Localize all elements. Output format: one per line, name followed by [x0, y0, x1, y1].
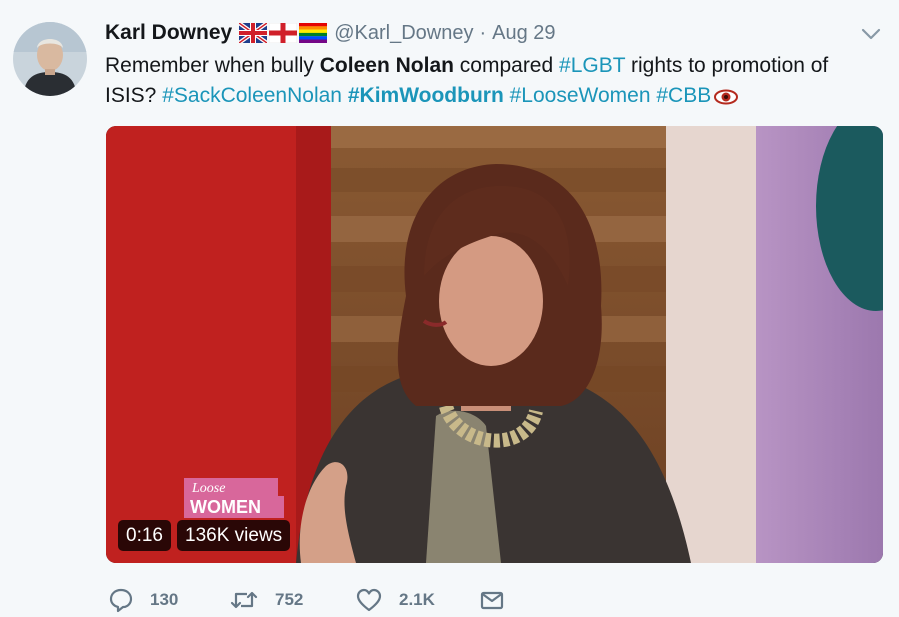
text-part: Remember when bully	[105, 54, 320, 77]
direct-message-button[interactable]	[479, 586, 505, 614]
like-count: 2.1K	[399, 590, 435, 609]
video-views-badge: 136K views	[177, 520, 291, 551]
eye-icon	[714, 89, 739, 105]
retweet-button[interactable]: 752	[229, 586, 303, 614]
england-flag-icon	[269, 23, 298, 43]
reply-button[interactable]: 130	[108, 586, 178, 614]
separator-dot: ·	[479, 21, 487, 44]
retweet-count: 752	[275, 590, 304, 609]
more-options-button[interactable]	[860, 24, 882, 44]
hashtag-kimwoodburn[interactable]: #KimWoodburn	[348, 84, 504, 107]
bold-name: Coleen Nolan	[319, 54, 454, 77]
logo-line2: WOMEN	[190, 497, 261, 517]
text-part: compared	[453, 54, 560, 77]
flag-emojis	[239, 23, 328, 43]
loose-women-logo: Loose WOMEN	[184, 478, 284, 518]
display-name[interactable]: Karl Downey	[105, 21, 232, 45]
video-frame: Loose WOMEN	[106, 126, 883, 563]
retweet-icon	[230, 591, 258, 609]
hashtag-lgbt[interactable]: #LGBT	[559, 54, 625, 77]
reply-count: 130	[150, 590, 179, 609]
heart-icon	[356, 588, 382, 612]
rainbow-flag-icon	[299, 23, 328, 43]
avatar[interactable]	[13, 22, 87, 96]
tweet-timestamp[interactable]: Aug 29	[492, 22, 555, 45]
tweet-header: Karl Downey @Karl_Downey · Aug 29	[105, 19, 556, 47]
video-duration-badge: 0:16	[118, 520, 171, 551]
tweet: Karl Downey @Karl_Downey · Aug 29 Rememb…	[0, 0, 899, 617]
chevron-down-icon	[861, 28, 881, 40]
hashtag-loosewomen[interactable]: #LooseWomen	[510, 84, 651, 107]
hashtag-cbb[interactable]: #CBB	[656, 84, 711, 107]
tweet-text: Remember when bully Coleen Nolan compare…	[105, 51, 885, 111]
logo-line1: Loose	[191, 481, 225, 496]
like-button[interactable]: 2.1K	[355, 586, 435, 614]
envelope-icon	[480, 591, 504, 610]
reply-icon	[109, 588, 133, 613]
hashtag-sackcoleennolan[interactable]: #SackColeenNolan	[162, 84, 342, 107]
video-player[interactable]: Loose WOMEN	[106, 126, 883, 563]
uk-flag-icon	[239, 23, 268, 43]
user-handle[interactable]: @Karl_Downey	[334, 22, 473, 45]
